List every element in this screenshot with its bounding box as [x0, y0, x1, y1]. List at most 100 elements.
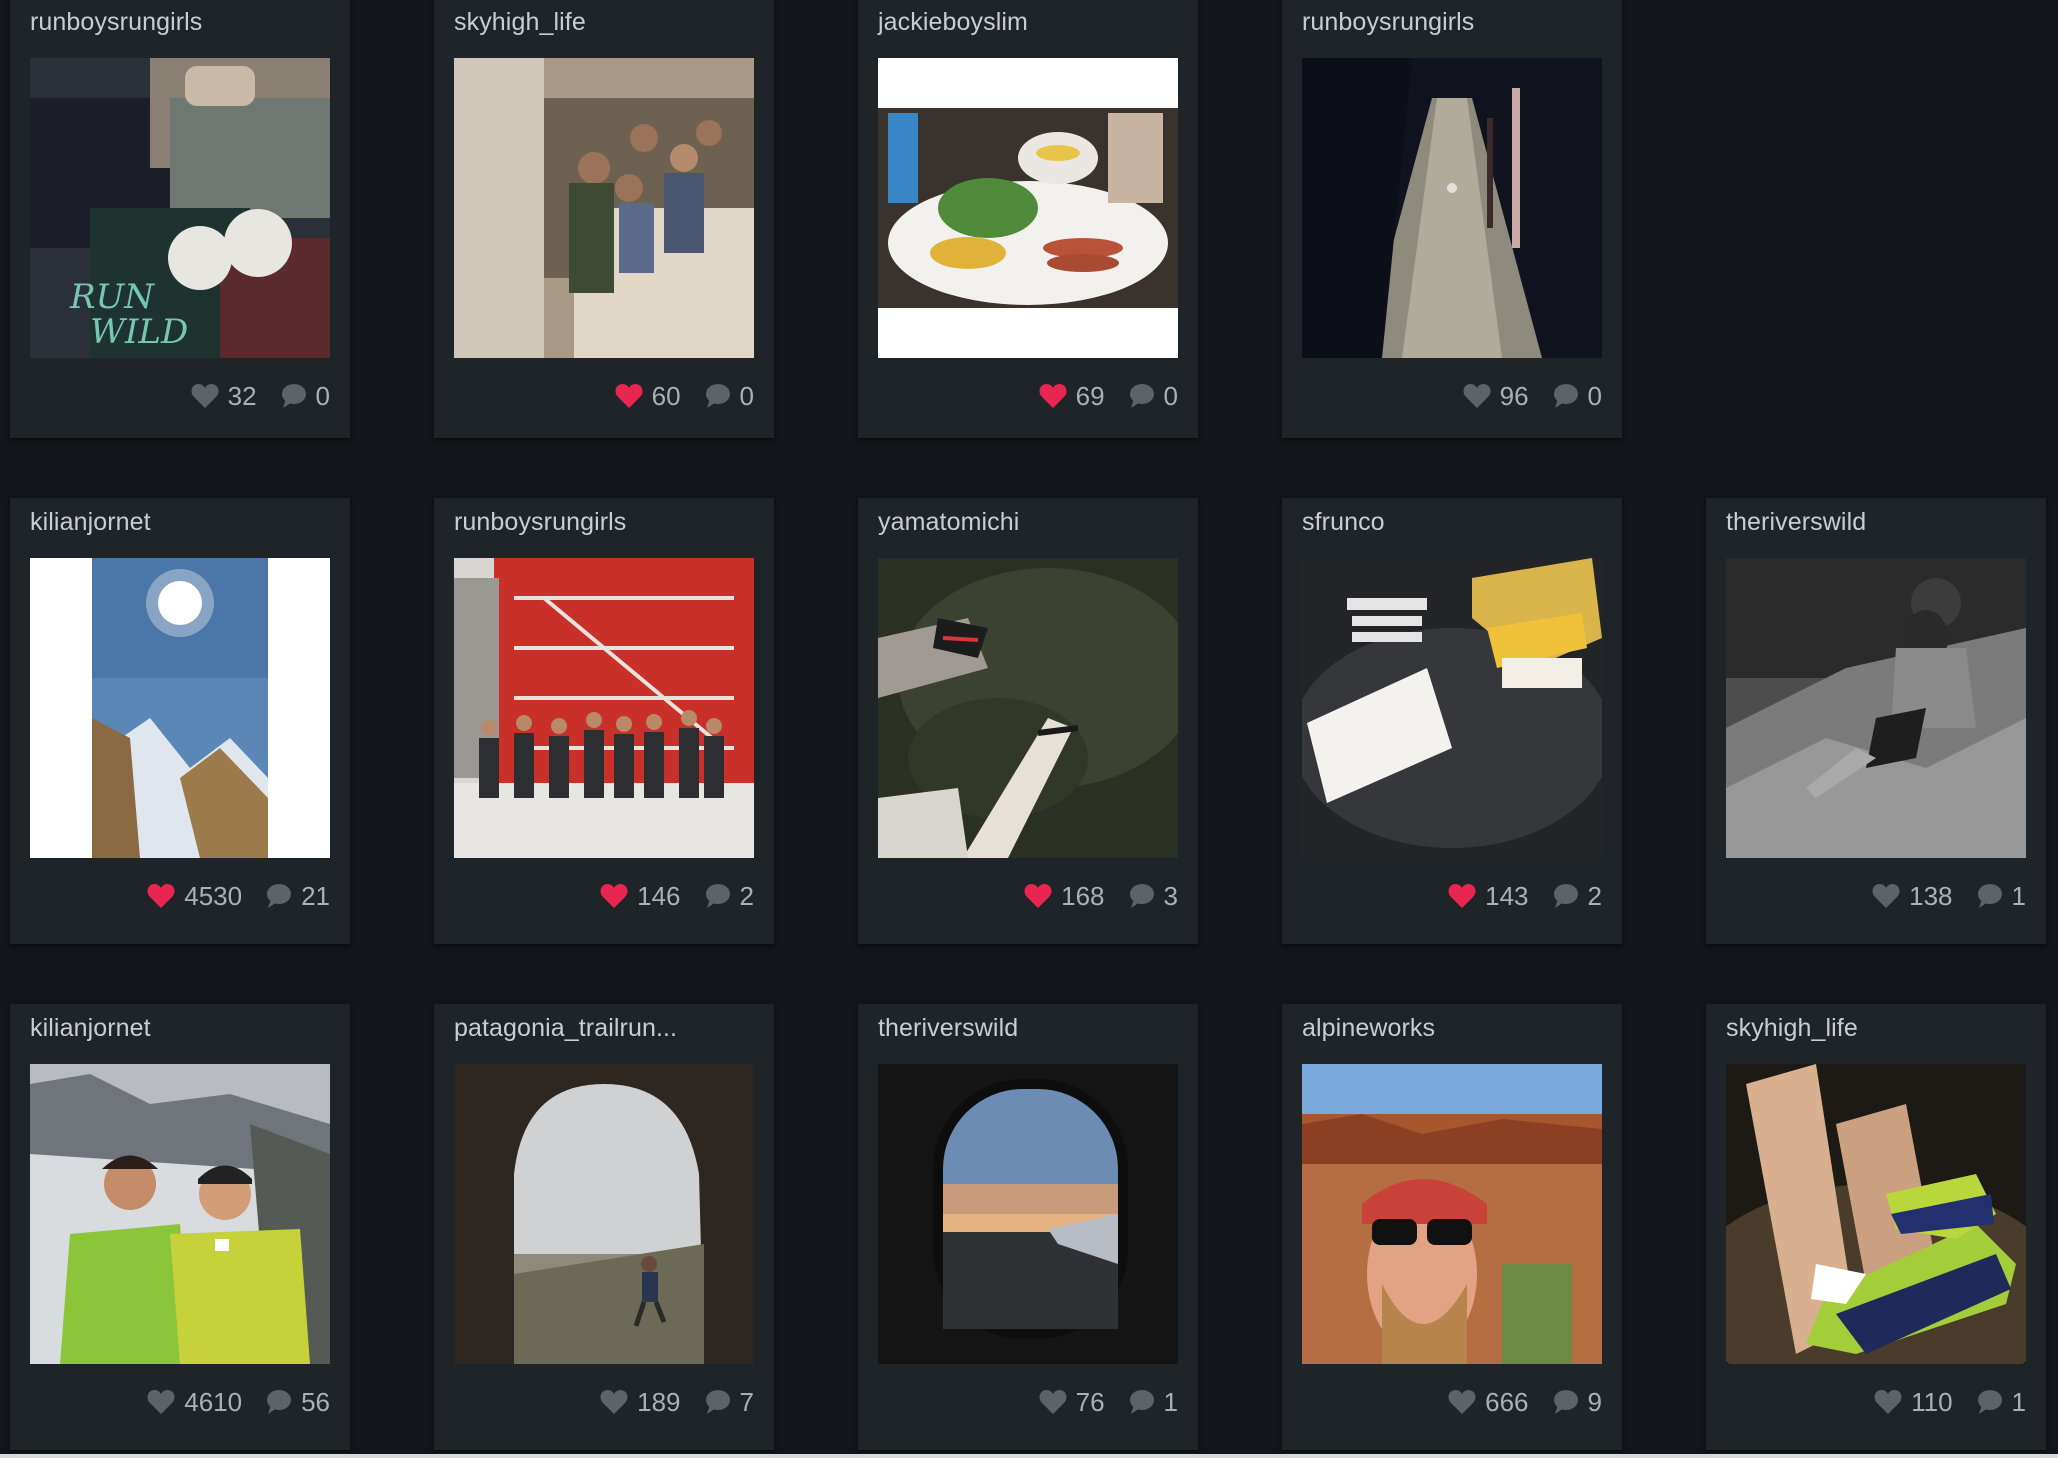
- likes[interactable]: 110: [1874, 1386, 1953, 1418]
- username[interactable]: theriverswild: [878, 1014, 1018, 1043]
- username[interactable]: alpineworks: [1302, 1014, 1435, 1043]
- likes[interactable]: 138: [1872, 880, 1953, 912]
- likes-count: 96: [1499, 380, 1529, 411]
- comments[interactable]: 0: [703, 381, 754, 412]
- post-card[interactable]: skyhigh_life 110 1: [1706, 1004, 2046, 1450]
- post-card[interactable]: alpineworks 666 9: [1282, 1004, 1622, 1450]
- post-card[interactable]: runboysrungirls 96 0: [1282, 0, 1622, 438]
- comments-count: 0: [1163, 380, 1178, 411]
- post-card[interactable]: skyhigh_life 60 0: [434, 0, 774, 438]
- post-stats: 4610 56: [147, 1384, 330, 1420]
- likes[interactable]: 666: [1448, 1387, 1529, 1418]
- heart-icon: [1874, 1389, 1902, 1415]
- post-photo[interactable]: [878, 558, 1178, 858]
- post-card[interactable]: theriverswild 138 1: [1706, 498, 2046, 944]
- post-card[interactable]: patagonia_trailrun... 189 7: [434, 1004, 774, 1450]
- post-photo[interactable]: [454, 558, 754, 858]
- likes-count: 4610: [184, 1386, 243, 1417]
- username[interactable]: kilianjornet: [30, 508, 151, 537]
- comments[interactable]: 7: [703, 1387, 754, 1418]
- likes[interactable]: 76: [1039, 1387, 1105, 1418]
- username[interactable]: jackieboyslim: [878, 8, 1028, 37]
- comment-icon: [703, 383, 731, 409]
- post-photo[interactable]: [878, 58, 1178, 358]
- comments-count: 2: [739, 880, 754, 911]
- post-card[interactable]: kilianjornet 4610 56: [10, 1004, 350, 1450]
- post-card[interactable]: theriverswild 76 1: [858, 1004, 1198, 1450]
- post-photo[interactable]: [1302, 558, 1602, 858]
- post-stats: 666 9: [1448, 1384, 1602, 1420]
- username[interactable]: runboysrungirls: [1302, 8, 1474, 37]
- likes[interactable]: 4610: [147, 1387, 242, 1418]
- likes[interactable]: 146: [600, 881, 681, 912]
- comments[interactable]: 1: [1975, 1387, 2026, 1418]
- comment-icon: [279, 383, 307, 409]
- comments[interactable]: 56: [264, 1387, 330, 1418]
- username[interactable]: sfrunco: [1302, 508, 1385, 537]
- post-photo[interactable]: [1726, 558, 2026, 858]
- post-card[interactable]: runboysrungirls 146 2: [434, 498, 774, 944]
- comment-icon: [1551, 1389, 1579, 1415]
- likes-count: 110: [1911, 1386, 1953, 1417]
- comments-count: 1: [1163, 1386, 1178, 1417]
- username[interactable]: runboysrungirls: [30, 8, 202, 37]
- likes[interactable]: 96: [1463, 381, 1529, 412]
- post-stats: 138 1: [1872, 878, 2026, 914]
- post-photo[interactable]: [1726, 1064, 2026, 1364]
- heart-icon: [147, 1389, 175, 1415]
- post-photo[interactable]: [30, 558, 330, 858]
- heart-icon: [1039, 1389, 1067, 1415]
- post-stats: 110 1: [1874, 1384, 2026, 1420]
- comments[interactable]: 9: [1551, 1387, 1602, 1418]
- comment-icon: [264, 1389, 292, 1415]
- post-card[interactable]: kilianjornet 4530 21: [10, 498, 350, 944]
- username[interactable]: theriverswild: [1726, 508, 1866, 537]
- post-photo[interactable]: [30, 1064, 330, 1364]
- post-photo[interactable]: [1302, 58, 1602, 358]
- comments[interactable]: 2: [703, 881, 754, 912]
- comments-count: 0: [315, 380, 330, 411]
- comments[interactable]: 0: [279, 381, 330, 412]
- comment-icon: [1551, 383, 1579, 409]
- comments[interactable]: 0: [1127, 381, 1178, 412]
- comment-icon: [1127, 1389, 1155, 1415]
- comments[interactable]: 1: [1975, 881, 2026, 912]
- username[interactable]: patagonia_trailrun...: [454, 1014, 677, 1043]
- post-photo[interactable]: [454, 1064, 754, 1364]
- comments[interactable]: 1: [1127, 1387, 1178, 1418]
- comments[interactable]: 2: [1551, 881, 1602, 912]
- post-photo[interactable]: [878, 1064, 1178, 1364]
- comments[interactable]: 3: [1127, 881, 1178, 912]
- username[interactable]: yamatomichi: [878, 508, 1019, 537]
- post-card[interactable]: jackieboyslim 69 0: [858, 0, 1198, 438]
- comments[interactable]: 0: [1551, 381, 1602, 412]
- post-card[interactable]: sfrunco 143 2: [1282, 498, 1622, 944]
- likes[interactable]: 60: [615, 381, 681, 412]
- likes-count: 138: [1909, 880, 1953, 911]
- comments[interactable]: 21: [264, 881, 330, 912]
- comments-count: 56: [301, 1386, 330, 1417]
- comment-icon: [264, 883, 292, 909]
- comments-count: 0: [1587, 380, 1602, 411]
- username[interactable]: kilianjornet: [30, 1014, 151, 1043]
- likes-count: 60: [651, 380, 681, 411]
- likes[interactable]: 4530: [147, 881, 242, 912]
- post-photo[interactable]: [1302, 1064, 1602, 1364]
- likes[interactable]: 143: [1448, 881, 1529, 912]
- post-photo[interactable]: [454, 58, 754, 358]
- likes[interactable]: 189: [600, 1387, 681, 1418]
- post-card[interactable]: yamatomichi 168 3: [858, 498, 1198, 944]
- heart-icon: [600, 1389, 628, 1415]
- likes-count: 69: [1075, 380, 1105, 411]
- post-card[interactable]: runboysrungirls RUN WILD 32 0: [10, 0, 350, 438]
- heart-icon: [1039, 383, 1067, 409]
- likes[interactable]: 69: [1039, 381, 1105, 412]
- username[interactable]: runboysrungirls: [454, 508, 626, 537]
- post-stats: 168 3: [1024, 878, 1178, 914]
- post-stats: 143 2: [1448, 878, 1602, 914]
- username[interactable]: skyhigh_life: [454, 8, 586, 37]
- username[interactable]: skyhigh_life: [1726, 1014, 1858, 1043]
- post-photo[interactable]: RUN WILD: [30, 58, 330, 358]
- likes[interactable]: 32: [191, 381, 257, 412]
- likes[interactable]: 168: [1024, 881, 1105, 912]
